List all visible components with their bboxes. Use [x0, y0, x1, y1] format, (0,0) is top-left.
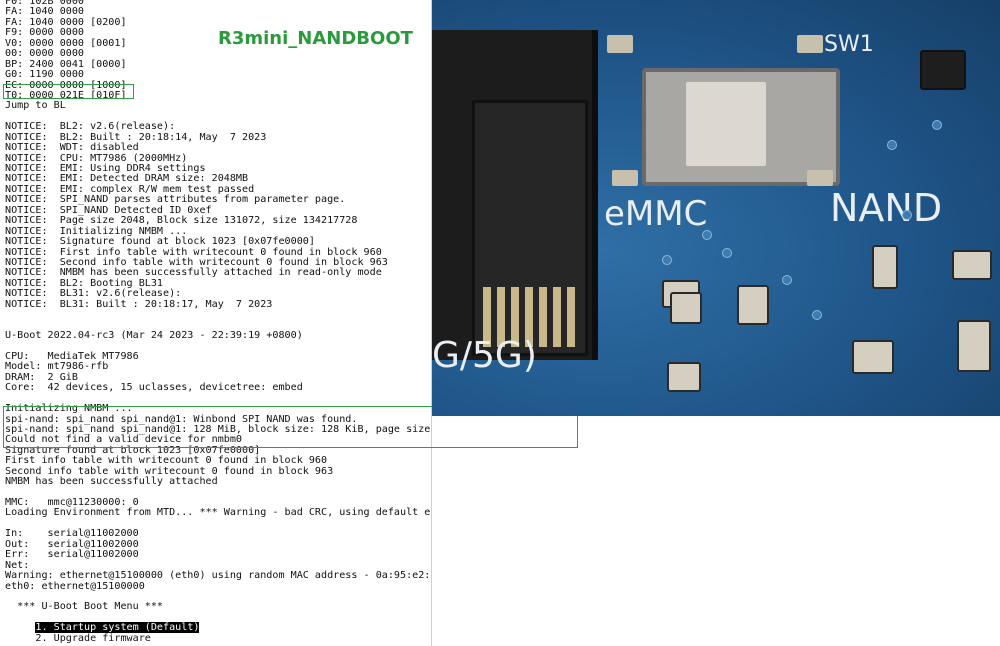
capacitor — [667, 362, 701, 392]
band-label: G/5G) — [432, 335, 537, 376]
capacitor — [952, 250, 992, 280]
terminal-line: Err: serial@11002000 — [5, 549, 139, 561]
ethernet-port — [432, 30, 598, 360]
terminal-line: NOTICE: Signature found at block 1023 [0… — [5, 236, 315, 248]
sw1-label: SW1 — [824, 32, 874, 57]
terminal-line: U-Boot 2022.04-rc3 (Mar 24 2023 - 22:39:… — [5, 330, 303, 341]
terminal-line: Jump to BL — [5, 100, 66, 112]
switch-knob — [686, 82, 766, 166]
terminal-line: NOTICE: BL31: Built : 20:18:17, May 7 20… — [5, 298, 273, 310]
capacitor — [737, 285, 769, 325]
resistor — [872, 245, 898, 289]
terminal-line: Loading Environment from MTD... *** Warn… — [5, 507, 431, 519]
ec-register-highlight — [3, 84, 134, 99]
boot-menu-selected-label: 1. Startup system (Default) — [35, 622, 200, 634]
transistor — [920, 50, 966, 90]
capacitor — [852, 340, 894, 374]
terminal-line: *** U-Boot Boot Menu *** — [5, 601, 164, 613]
terminal-line: eth0: ethernet@15100000 — [5, 580, 145, 592]
terminal-line: NOTICE: WDT: disabled — [5, 142, 139, 154]
terminal-line: NMBM has been successfully attached — [5, 476, 218, 488]
emmc-label: eMMC — [604, 194, 708, 234]
terminal-line: G0: 1190 0000 — [5, 69, 85, 81]
terminal-line: Core: 42 devices, 15 uclasses, devicetre… — [5, 382, 303, 394]
pcb-photo: SW1 eMMC NAND G/5G) — [432, 0, 1000, 416]
terminal-line: Warning: ethernet@15100000 (eth0) using … — [5, 570, 432, 582]
overlay-title: R3mini_NANDBOOT — [218, 28, 413, 49]
resistor — [670, 292, 702, 324]
boot-menu-item[interactable]: 2. Upgrade firmware — [5, 633, 431, 644]
nand-label: NAND — [830, 186, 943, 230]
port-cavity — [472, 100, 588, 356]
capacitor — [957, 320, 991, 372]
boot-switch — [642, 68, 840, 186]
